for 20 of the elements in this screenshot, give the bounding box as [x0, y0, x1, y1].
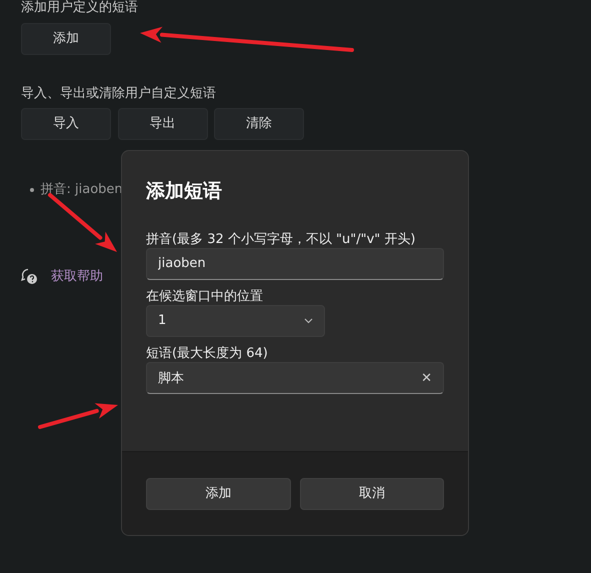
input-field[interactable]: jiaoben	[146, 248, 444, 280]
help-icon	[21, 268, 38, 285]
section-heading: 添加用户定义的短语	[21, 0, 139, 16]
position-dropdown[interactable]: 1	[146, 304, 325, 336]
help-link[interactable]: 获取帮助	[51, 266, 103, 286]
field-label: 在候选窗口中的位置	[146, 288, 264, 304]
bullet-icon	[30, 188, 34, 192]
action-button[interactable]: 导出	[118, 108, 208, 140]
section-heading: 导入、导出或清除用户自定义短语	[21, 86, 217, 102]
phrase-item: 拼音: jiaoben	[40, 181, 123, 199]
chevron-down-icon	[304, 318, 313, 324]
dialog-button[interactable]: 取消	[300, 478, 444, 510]
action-button[interactable]: 清除	[214, 108, 304, 140]
field-label: 拼音(最多 32 个小写字母，不以 "u"/"v" 开头)	[146, 230, 416, 248]
dialog-button[interactable]: 添加	[146, 478, 290, 510]
add-button[interactable]: 添加	[21, 22, 111, 54]
dialog-title: 添加短语	[146, 179, 223, 204]
action-button[interactable]: 导入	[21, 108, 111, 140]
clear-button[interactable]: ✕	[421, 368, 432, 388]
field-label: 短语(最大长度为 64)	[146, 344, 269, 362]
